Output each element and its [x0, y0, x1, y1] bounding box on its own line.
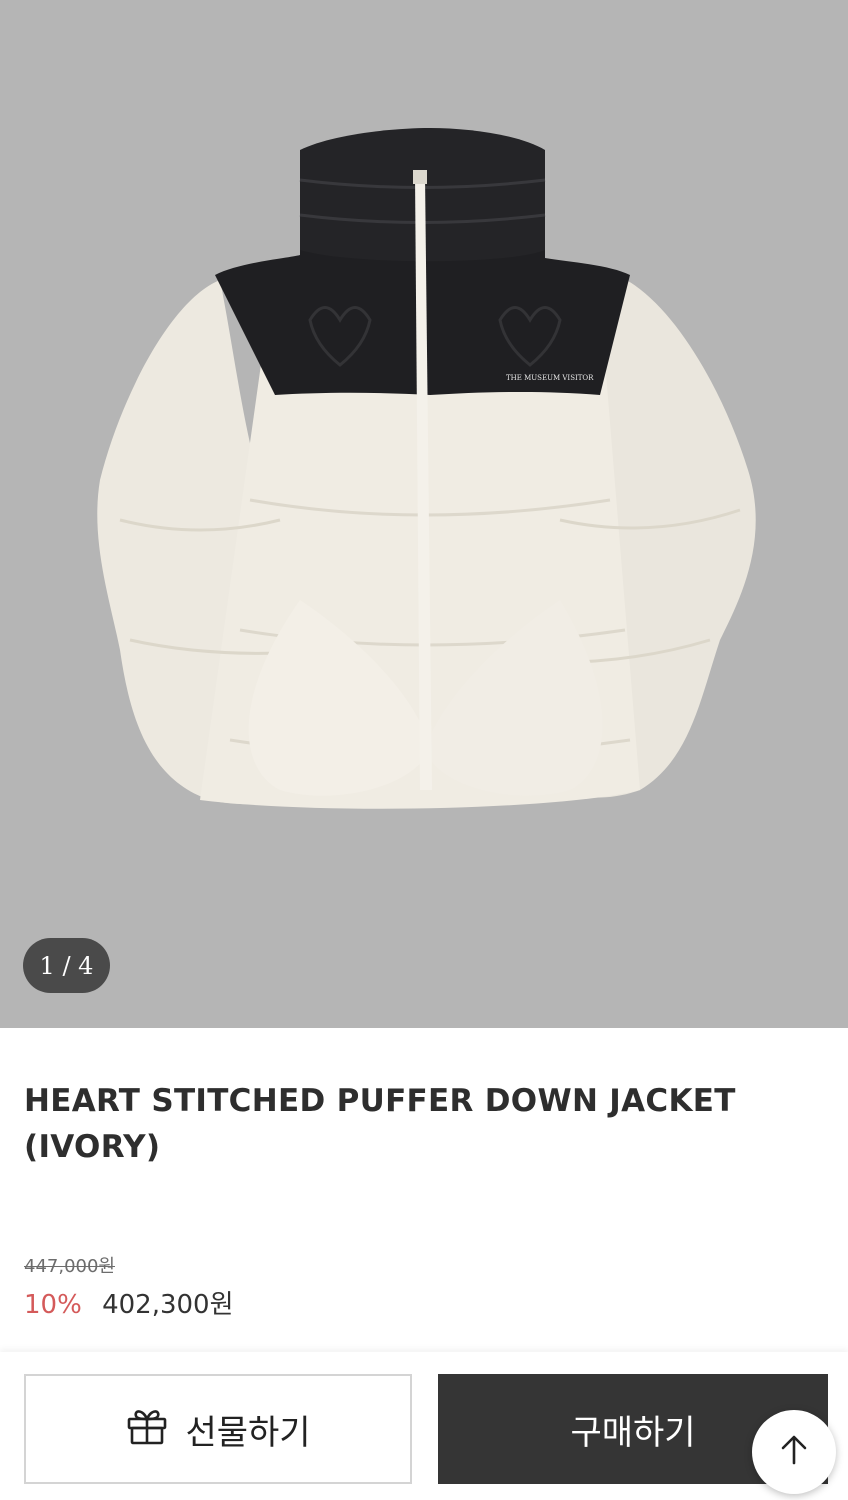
gift-icon [125, 1403, 169, 1456]
product-title: HEART STITCHED PUFFER DOWN JACKET (IVORY… [24, 1083, 736, 1165]
product-image: THE MUSEUM VISITOR [97, 128, 756, 809]
discount-rate: 10% [24, 1290, 82, 1320]
buy-button-label: 구매하기 [570, 1412, 696, 1453]
gift-button-label: 선물하기 [185, 1412, 311, 1453]
product-image-gallery[interactable]: THE MUSEUM VISITOR 1 / 4 [0, 0, 848, 1028]
gift-button[interactable]: 선물하기 [24, 1374, 412, 1484]
original-price: 447,000원 [24, 1256, 115, 1277]
brand-logo-text: THE MUSEUM VISITOR [506, 374, 594, 382]
image-counter: 1 / 4 [23, 938, 110, 993]
sale-price: 402,300원 [102, 1290, 234, 1320]
sale-price-row: 10% 402,300원 [24, 1284, 234, 1321]
arrow-up-icon [777, 1433, 811, 1471]
scroll-to-top-button[interactable] [752, 1410, 836, 1494]
